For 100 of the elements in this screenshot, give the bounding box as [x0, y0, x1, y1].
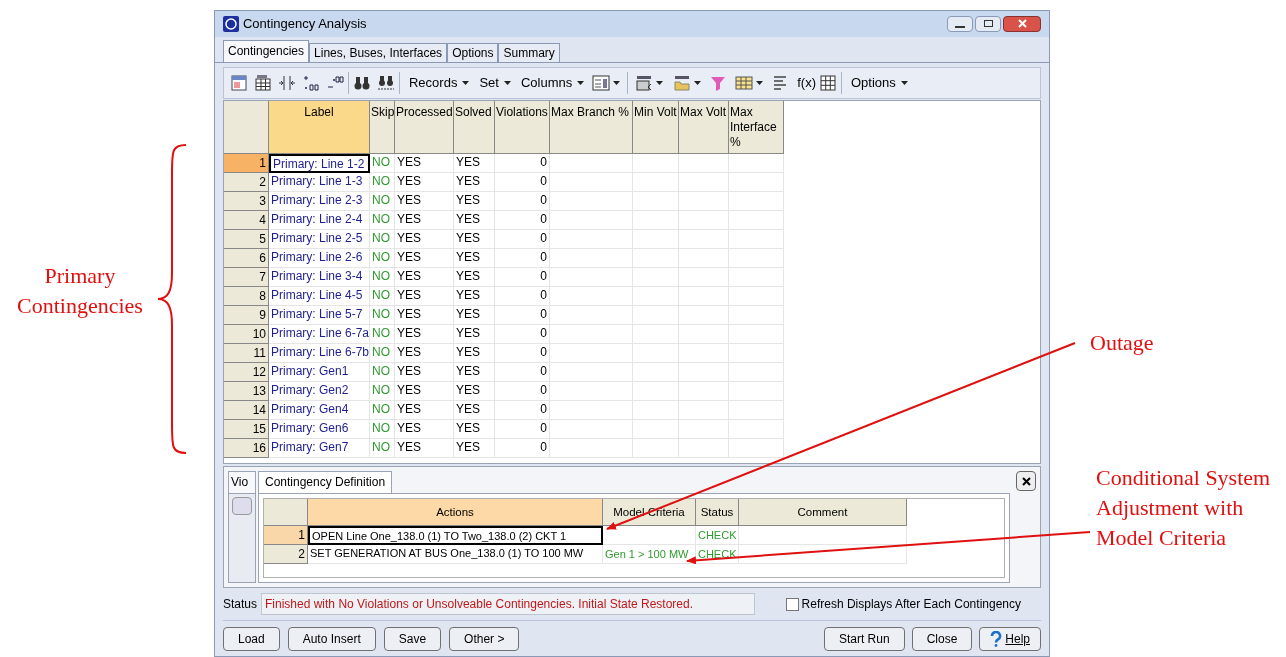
caret-icon: [503, 80, 511, 85]
dialog-button[interactable]: Other >: [449, 626, 520, 651]
table-cell: Primary: Line 1-3: [269, 172, 370, 192]
table-cell: NO: [370, 286, 395, 306]
help-button[interactable]: Help: [979, 626, 1041, 651]
column-header[interactable]: Min Volt: [633, 100, 679, 154]
table-cell: 0: [495, 229, 550, 249]
column-header[interactable]: Actions: [308, 499, 603, 527]
tab[interactable]: Contingency Definition: [258, 471, 393, 494]
toolbar-menu[interactable]: Records: [404, 73, 475, 93]
table-cell: Primary: Line 3-4: [269, 267, 370, 287]
column-header[interactable]: Label: [269, 100, 370, 154]
binoculars-replace-icon[interactable]: [377, 73, 395, 92]
close-button[interactable]: [1003, 15, 1041, 32]
column-header[interactable]: Status: [696, 499, 739, 527]
table-cell: 0: [495, 191, 550, 211]
table-cell: YES: [395, 362, 454, 382]
form-icon: [592, 74, 611, 91]
sort-icon[interactable]: [772, 73, 789, 92]
row-number[interactable]: 2: [224, 172, 269, 192]
row-number[interactable]: 1: [224, 153, 269, 173]
table-icon[interactable]: [230, 73, 248, 92]
checkbox[interactable]: [785, 597, 799, 611]
empty-cell: [729, 438, 784, 458]
table-cell: YES: [454, 400, 495, 420]
column-header[interactable]: Violations: [495, 100, 550, 154]
close-button[interactable]: [1016, 471, 1036, 492]
row-number[interactable]: 5: [224, 229, 269, 249]
table-cell: NO: [370, 324, 395, 344]
dialog-button[interactable]: Save: [383, 626, 442, 651]
empty-cell: [633, 248, 679, 268]
table-cell: NO: [370, 229, 395, 249]
table-cell: NO: [370, 305, 395, 325]
grid-icon[interactable]: [254, 73, 272, 92]
column-header[interactable]: Max Branch %: [550, 100, 633, 154]
table-cell: 0: [495, 267, 550, 287]
column-header[interactable]: Solved: [454, 100, 495, 154]
table-cell: YES: [395, 191, 454, 211]
row-number[interactable]: 13: [224, 381, 269, 401]
app-icon: [223, 15, 239, 32]
increase-decimals-icon[interactable]: [302, 73, 320, 92]
row-number[interactable]: 4: [224, 210, 269, 230]
table-cell: Primary: Line 2-3: [269, 191, 370, 211]
table-cell: YES: [454, 343, 495, 363]
table-cell: 0: [495, 400, 550, 420]
row-number[interactable]: 16: [224, 438, 269, 458]
row-number[interactable]: 12: [224, 362, 269, 382]
row-number[interactable]: 9: [224, 305, 269, 325]
table-cell: YES: [395, 286, 454, 306]
caret-icon: [462, 80, 470, 85]
empty-cell: [633, 229, 679, 249]
minimize-button[interactable]: [947, 15, 973, 32]
dialog-button[interactable]: Close: [911, 626, 973, 651]
corner-header: [264, 499, 308, 527]
formula-button[interactable]: f(x): [794, 73, 819, 93]
close-icon: [1017, 19, 1027, 29]
maximize-button[interactable]: [975, 15, 1001, 32]
column-header[interactable]: Model Criteria: [603, 499, 696, 527]
dialog-button[interactable]: Auto Insert: [287, 626, 376, 651]
table-cell: Primary: Line 2-4: [269, 210, 370, 230]
table-cell: YES: [454, 191, 495, 211]
column-header[interactable]: Processed: [395, 100, 454, 154]
empty-cell: [633, 362, 679, 382]
table-cell: NO: [370, 172, 395, 192]
empty-cell: [729, 400, 784, 420]
row-number[interactable]: 8: [224, 286, 269, 306]
row-number[interactable]: 10: [224, 324, 269, 344]
options-menu[interactable]: Options: [846, 73, 913, 93]
table-cell: Gen 1 > 100 MW: [603, 545, 696, 565]
row-number[interactable]: 7: [224, 267, 269, 287]
column-header[interactable]: Max Volt: [679, 100, 729, 154]
row-number[interactable]: 11: [224, 343, 269, 363]
row-number[interactable]: 15: [224, 419, 269, 439]
table-cell: YES: [454, 324, 495, 344]
row-number[interactable]: 6: [224, 248, 269, 268]
table-cell: YES: [454, 305, 495, 325]
side-tab[interactable]: Vio: [228, 471, 256, 494]
empty-cell: [633, 191, 679, 211]
tab[interactable]: Options: [447, 42, 499, 62]
column-header[interactable]: Comment: [739, 499, 907, 527]
row-number[interactable]: 2: [264, 545, 308, 565]
row-number[interactable]: 1: [264, 526, 308, 546]
column-header[interactable]: Skip: [370, 100, 395, 154]
table-cell: Primary: Line 2-5: [269, 229, 370, 249]
toolbar-menu[interactable]: Set: [474, 73, 516, 93]
tab[interactable]: Summary: [498, 42, 560, 62]
table-cell: Primary: Gen4: [269, 400, 370, 420]
empty-cell: [729, 210, 784, 230]
empty-cell: [679, 438, 729, 458]
grid-icon[interactable]: [819, 73, 837, 92]
table-cell: NO: [370, 191, 395, 211]
tab[interactable]: Lines, Buses, Interfaces: [309, 42, 448, 62]
row-number[interactable]: 3: [224, 191, 269, 211]
dialog-button[interactable]: Load: [223, 626, 280, 651]
tab[interactable]: Contingencies: [223, 39, 310, 62]
column-split-icon[interactable]: [278, 73, 296, 92]
row-number[interactable]: 14: [224, 400, 269, 420]
dialog-button[interactable]: Start Run: [823, 626, 905, 651]
column-header[interactable]: Max Interface %: [729, 100, 784, 154]
toolbar-menu[interactable]: Columns: [515, 73, 590, 93]
